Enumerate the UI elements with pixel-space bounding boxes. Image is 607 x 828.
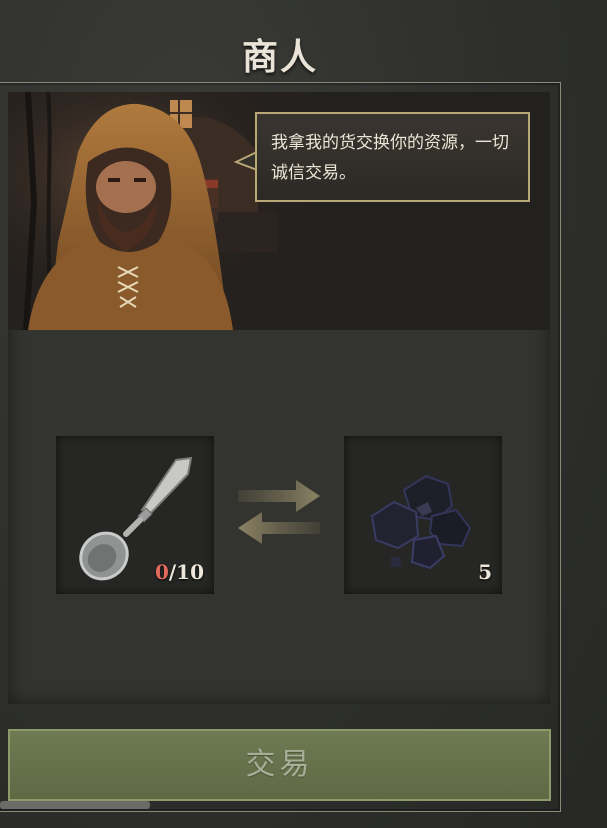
page-title: 商人	[241, 37, 318, 78]
swap-arrows-icon	[238, 480, 320, 544]
get-item-slot[interactable]: 5	[344, 436, 502, 594]
merchant-speech-bubble: 我拿我的货交换你的资源，一切诚信交易。	[255, 112, 530, 202]
give-item-have: 0	[154, 560, 169, 584]
get-item-quantity: 5	[478, 560, 492, 584]
give-item-need: /10	[168, 560, 204, 584]
give-item-quantity: 0/10	[155, 560, 204, 584]
merchant-speech-text: 我拿我的货交换你的资源，一切诚信交易。	[271, 133, 509, 183]
scrollbar[interactable]	[0, 801, 150, 809]
give-item-slot[interactable]: 0/10	[56, 436, 214, 594]
trade-button[interactable]: 交易	[8, 729, 551, 801]
